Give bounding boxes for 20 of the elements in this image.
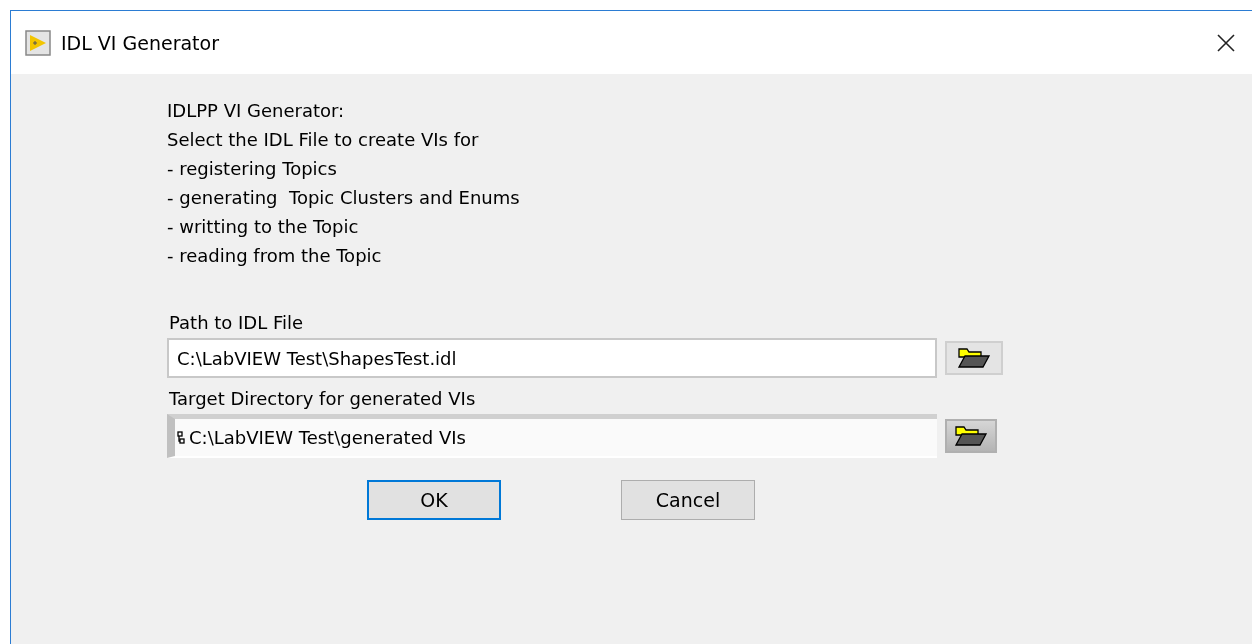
folder-icon [954,424,988,448]
dialog-button[interactable]: Cancel [621,480,755,520]
close-icon[interactable] [1216,32,1236,53]
description-line: Select the IDL File to create VIs for [167,128,480,152]
browse-button[interactable] [945,419,997,453]
app-icon [25,29,51,56]
folder-icon [957,346,991,370]
description-line: - reading from the Topic [167,244,383,268]
description-line: - generating Topic Clusters and Enums [167,186,521,210]
path-value: C:\LabVIEW Test\generated VIs [189,427,466,448]
description-line: IDLPP VI Generator: [167,99,346,123]
browse-button[interactable] [945,341,1003,375]
network-icon [177,430,185,445]
dialog-button[interactable]: OK [367,480,501,520]
window-title: IDL VI Generator [61,31,219,54]
field-label: Path to IDL File [168,311,305,335]
field-label: Target Directory for generated VIs [168,387,477,411]
path-field[interactable]: C:\LabVIEW Test\ShapesTest.idl [167,338,937,378]
description-line: - writting to the Topic [167,215,360,239]
description-line: - registering Topics [167,157,338,181]
